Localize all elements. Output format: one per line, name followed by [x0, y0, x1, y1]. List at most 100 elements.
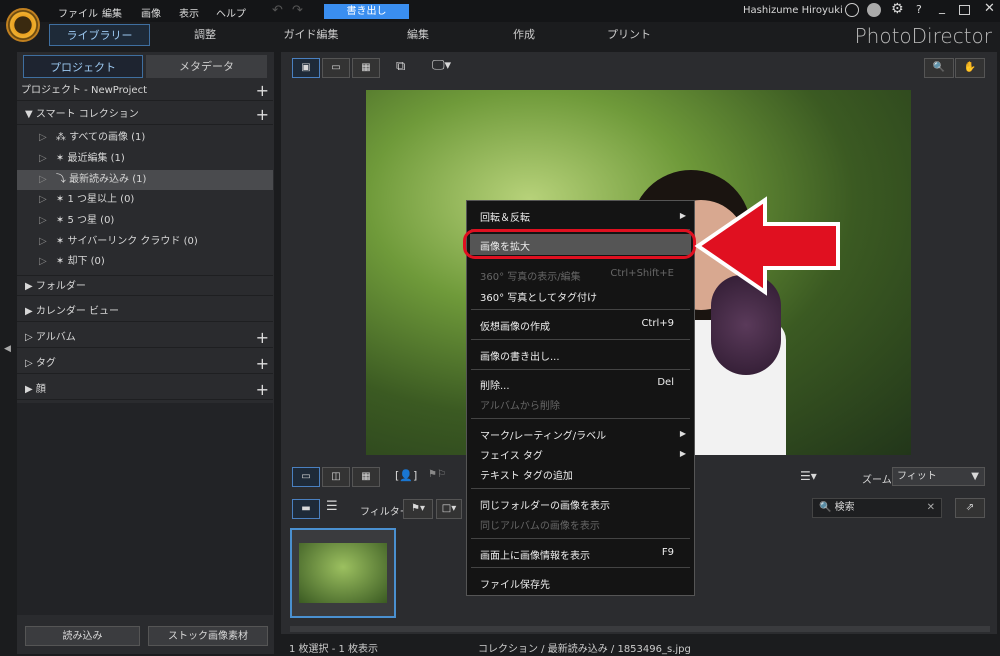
add-icon[interactable]: + — [256, 104, 269, 125]
smart-collection-row[interactable]: ▼ スマート コレクション + — [17, 104, 273, 125]
tab-edit[interactable]: 編集 — [383, 24, 453, 46]
menu-item-show-info[interactable]: 画面上に画像情報を表示 — [480, 547, 590, 562]
menu-file[interactable]: ファイル — [58, 5, 98, 20]
minimize-icon[interactable]: _ — [939, 0, 945, 14]
help-icon[interactable]: ? — [916, 3, 922, 16]
smart-item-label: すべての画像 (1) — [69, 132, 146, 143]
menu-item-360-view: 360° 写真の表示/編集 — [480, 272, 581, 283]
smart-item[interactable]: ▷ ✶ サイバーリンク クラウド (0) — [17, 232, 273, 252]
notification-icon[interactable] — [867, 3, 881, 17]
menu-item-virtual-copy[interactable]: 仮想画像の作成 — [480, 318, 550, 333]
list-view-icon[interactable]: ☰ — [326, 499, 338, 514]
sort-icon[interactable]: ☰▾ — [800, 469, 817, 483]
tag-row[interactable]: ▷ タグ + — [17, 353, 273, 374]
context-menu: 回転＆反転 ▶ 画像を拡大 360° 写真の表示/編集 Ctrl+Shift+E 3… — [466, 200, 695, 596]
add-icon[interactable]: + — [256, 327, 269, 348]
search-placeholder: 検索 — [834, 502, 855, 513]
separator — [471, 369, 690, 370]
separator — [471, 488, 690, 489]
folders-row[interactable]: ▶ フォルダー — [17, 275, 273, 296]
view-grid-icon[interactable]: ▦ — [352, 58, 380, 78]
album-row[interactable]: ▷ アルバム + — [17, 327, 273, 348]
monitor-icon[interactable]: 🖵▾ — [432, 58, 451, 73]
flag-icon[interactable]: ⚑⚐ — [428, 469, 446, 480]
menu-item-same-album: 同じアルバムの画像を表示 — [480, 521, 600, 532]
tab-adjust[interactable]: 調整 — [170, 24, 240, 46]
expand-icon[interactable]: ▼ — [25, 109, 36, 120]
tab-library[interactable]: ライブラリー — [49, 24, 150, 46]
separator — [471, 339, 690, 340]
filmstrip-scrollbar[interactable] — [290, 626, 990, 632]
add-icon[interactable]: + — [256, 353, 269, 374]
menu-item-face-tag[interactable]: フェイス タグ — [480, 447, 543, 462]
thumbnail[interactable] — [290, 528, 396, 618]
menu-help[interactable]: ヘルプ — [216, 5, 246, 20]
second-display-icon[interactable]: ⧉ — [396, 59, 405, 74]
tab-create[interactable]: 作成 — [489, 24, 559, 46]
hand-tool-icon[interactable]: ✋ — [955, 58, 985, 78]
user-name[interactable]: Hashizume Hiroyuki — [743, 5, 843, 16]
layout-two-icon[interactable]: ◫ — [322, 467, 350, 487]
view-viewer-icon[interactable]: ▣ — [292, 58, 320, 78]
smart-item[interactable]: ▷ ✶ 最近編集 (1) — [17, 149, 273, 169]
close-icon[interactable]: ✕ — [984, 1, 995, 16]
menu-item-export-image[interactable]: 画像の書き出し... — [480, 348, 560, 363]
menu-edit[interactable]: 編集 — [102, 5, 122, 20]
flag-filter-icon[interactable]: ⚑▾ — [403, 499, 433, 519]
tab-print[interactable]: プリント — [594, 24, 664, 46]
export-button[interactable]: 書き出し — [324, 4, 409, 19]
add-icon[interactable]: + — [256, 80, 269, 101]
tab-metadata[interactable]: メタデータ — [146, 55, 267, 78]
section-label: カレンダー ビュー — [35, 306, 120, 317]
layout-single-icon[interactable]: ▭ — [292, 467, 320, 487]
import-button[interactable]: 読み込み — [25, 626, 140, 646]
settings-gear-icon[interactable]: ⚙ — [891, 1, 904, 17]
search-input[interactable]: 🔍 検索 ✕ — [812, 498, 942, 518]
redo-icon[interactable]: ↷ — [292, 3, 303, 18]
stock-images-button[interactable]: ストック画像素材 — [148, 626, 268, 646]
calendar-row[interactable]: ▶ カレンダー ビュー — [17, 301, 273, 322]
smart-item-selected[interactable]: ▷ ⤵ 最新読み込み (1) — [17, 170, 273, 190]
separator — [471, 418, 690, 419]
tab-guided-edit[interactable]: ガイド編集 — [276, 24, 346, 46]
account-icon[interactable] — [845, 3, 859, 17]
maximize-icon[interactable] — [959, 5, 970, 15]
menu-item-file-location[interactable]: ファイル保存先 — [480, 576, 550, 591]
collapse-panel-icon[interactable]: ◀ — [4, 344, 11, 354]
zoom-tool-icon[interactable]: 🔍 — [924, 58, 954, 78]
smart-item-label: 最近編集 (1) — [67, 153, 125, 164]
smart-item[interactable]: ▷ ✶ 5 つ星 (0) — [17, 211, 273, 231]
smart-item-label: サイバーリンク クラウド (0) — [67, 236, 198, 247]
smart-item[interactable]: ▷ ✶ 1 つ星以上 (0) — [17, 190, 273, 210]
menu-item-mark-rating-label[interactable]: マーク/レーティング/ラベル — [480, 427, 606, 442]
layout-multi-icon[interactable]: ▦ — [352, 467, 380, 487]
section-label: 顔 — [35, 384, 46, 395]
filmstrip-view-icon[interactable]: ▬ — [292, 499, 320, 519]
face-tag-icon[interactable]: [👤] — [395, 469, 417, 482]
smart-item[interactable]: ▷ ⁂ すべての画像 (1) — [17, 128, 273, 148]
menu-item-rotate-flip[interactable]: 回転＆反転 — [480, 209, 530, 224]
menu-item-add-text-tag[interactable]: テキスト タグの追加 — [480, 467, 573, 482]
smart-collection-label: スマート コレクション — [35, 109, 139, 120]
share-icon[interactable]: ⇗ — [955, 498, 985, 518]
menu-item-same-folder[interactable]: 同じフォルダーの画像を表示 — [480, 497, 610, 512]
project-label: プロジェクト - NewProject — [21, 85, 147, 96]
smart-item-label: 最新読み込み (1) — [69, 174, 147, 185]
undo-icon[interactable]: ↶ — [272, 3, 283, 18]
project-row[interactable]: プロジェクト - NewProject + — [17, 80, 273, 101]
menu-view[interactable]: 表示 — [179, 5, 199, 20]
menu-image[interactable]: 画像 — [141, 5, 161, 20]
add-icon[interactable]: + — [256, 379, 269, 400]
view-compare-icon[interactable]: ▭ — [322, 58, 350, 78]
file-path: コレクション / 最新読み込み / 1853496_s.jpg — [478, 644, 691, 655]
clear-search-icon[interactable]: ✕ — [927, 499, 935, 517]
face-row[interactable]: ▶ 顔 + — [17, 379, 273, 400]
zoom-select[interactable]: フィット ▼ — [892, 467, 985, 486]
label-filter-icon[interactable]: □▾ — [436, 499, 462, 519]
separator — [471, 309, 690, 310]
menu-item-delete[interactable]: 削除... — [480, 377, 510, 392]
panel-empty-area — [17, 403, 273, 615]
tab-project[interactable]: プロジェクト — [23, 55, 143, 78]
smart-item[interactable]: ▷ ✶ 却下 (0) — [17, 252, 273, 272]
menu-item-360-tag[interactable]: 360° 写真としてタグ付け — [480, 289, 597, 304]
